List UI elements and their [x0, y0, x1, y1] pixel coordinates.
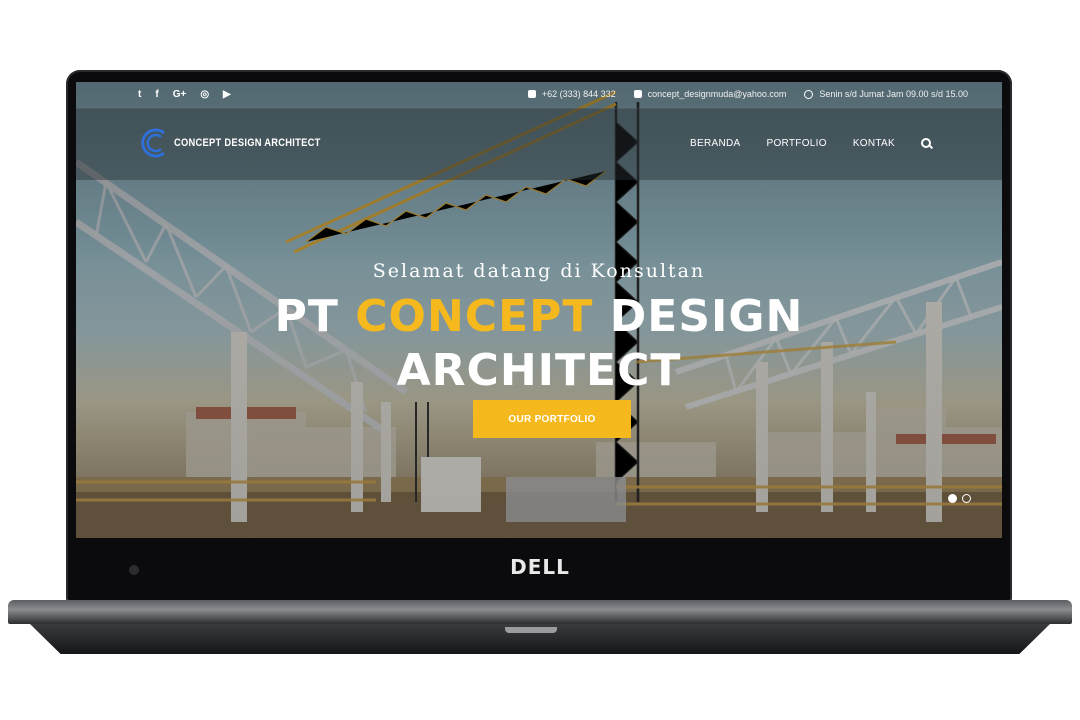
slider-dot-2[interactable] [962, 494, 971, 503]
clock-icon [804, 89, 814, 99]
hours-info: Senin s/d Jumat Jam 09.00 s/d 15.00 [804, 89, 968, 99]
twitter-icon[interactable]: t [138, 89, 141, 100]
hero-title-line2: ARCHITECT [396, 345, 682, 396]
hero-subtitle: Selamat datang di Konsultan [372, 260, 706, 282]
google-plus-icon[interactable]: G+ [173, 89, 187, 100]
site-logo[interactable]: CONCEPT DESIGN ARCHITECT [136, 126, 346, 160]
top-info-bar: t f G+ ◎ ▶ +62 (333) 844 332 concept_des… [76, 82, 1002, 109]
hero-title-rest: DESIGN [609, 291, 804, 342]
email-info: concept_designmuda@yahoo.com [633, 89, 787, 99]
facebook-icon[interactable]: f [155, 89, 158, 100]
slider-dots [948, 494, 971, 503]
logo-mark-icon [141, 128, 165, 158]
laptop-brand-logo: DELL [510, 555, 570, 579]
social-links: t f G+ ◎ ▶ [138, 89, 231, 100]
hero-title-line1: PT CONCEPT DESIGN [76, 290, 1002, 344]
hero-title-prefix: PT [274, 291, 339, 342]
site-header: CONCEPT DESIGN ARCHITECT BERANDA PORTFOL… [76, 108, 1002, 180]
phone-info: +62 (333) 844 332 [527, 89, 616, 99]
laptop-base [8, 600, 1072, 624]
envelope-icon [633, 90, 642, 98]
youtube-icon[interactable]: ▶ [223, 89, 231, 100]
nav-portfolio[interactable]: PORTFOLIO [767, 138, 827, 149]
nav-kontak[interactable]: KONTAK [853, 138, 895, 149]
instagram-icon[interactable]: ◎ [200, 89, 209, 100]
logo-text: CONCEPT DESIGN ARCHITECT [174, 137, 321, 149]
contact-info: +62 (333) 844 332 concept_designmuda@yah… [527, 89, 968, 99]
phone-icon [527, 90, 536, 98]
laptop-notch [505, 627, 557, 633]
website-screen: t f G+ ◎ ▶ +62 (333) 844 332 concept_des… [76, 82, 1002, 538]
nav-beranda[interactable]: BERANDA [690, 138, 740, 149]
hours-text: Senin s/d Jumat Jam 09.00 s/d 15.00 [819, 89, 968, 99]
our-portfolio-button[interactable]: OUR PORTFOLIO [473, 400, 631, 438]
search-icon[interactable] [921, 138, 932, 149]
main-nav: BERANDA PORTFOLIO KONTAK [690, 138, 932, 149]
email-text[interactable]: concept_designmuda@yahoo.com [648, 89, 787, 99]
phone-text: +62 (333) 844 332 [541, 89, 616, 99]
webcam-icon [129, 565, 139, 575]
hero-title: PT CONCEPT DESIGN ARCHITECT [76, 290, 1002, 398]
slider-dot-1[interactable] [948, 494, 957, 503]
hero-title-accent: CONCEPT [355, 291, 594, 342]
